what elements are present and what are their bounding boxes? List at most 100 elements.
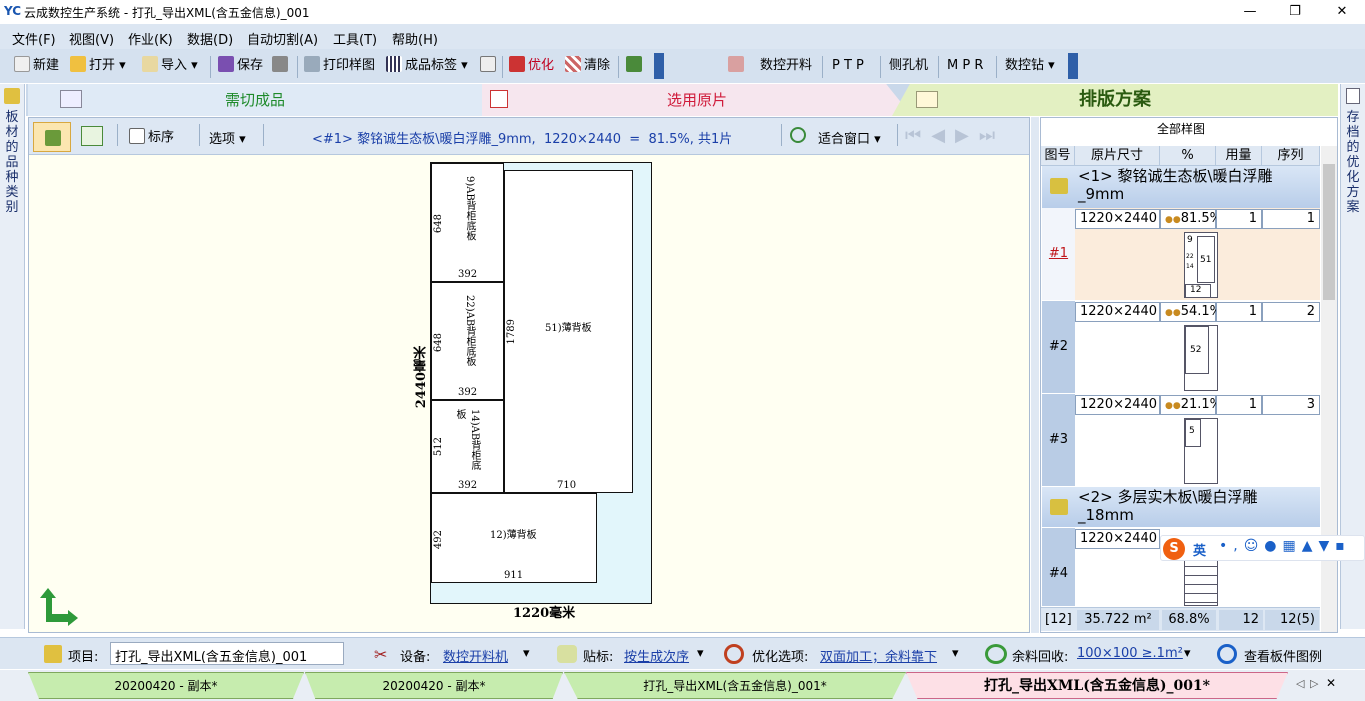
plan-thumbnail[interactable]: 9 51 22 14 12	[1184, 232, 1218, 298]
plan-thumbnail[interactable]: 5	[1184, 418, 1218, 484]
check-list-button[interactable]	[81, 126, 103, 146]
opt-options-dropdown[interactable]: 双面加工；余料靠下	[820, 646, 937, 665]
doc-button[interactable]	[480, 56, 499, 76]
usage-icon: ●●	[1165, 308, 1181, 318]
summary-count: [12]	[1045, 612, 1072, 627]
col-header-pct[interactable]: %	[1160, 146, 1216, 166]
part-14[interactable]: 14)AB背柜底板 512 392	[431, 400, 504, 493]
doc-tab-1[interactable]: 20200420 - 副本*	[28, 672, 304, 699]
menu-job[interactable]: 作业(K)	[128, 29, 173, 48]
options-dropdown[interactable]: 选项 ▾	[209, 128, 246, 147]
tab-scroll-left[interactable]: ◁	[1296, 677, 1304, 690]
plan-row-2[interactable]: 1220×2440 ●●54.1% 1 2 52	[1075, 301, 1320, 393]
opt-options-arrow[interactable]: ▾	[952, 646, 959, 661]
ptp-button[interactable]: P T P	[832, 56, 864, 76]
device-dropdown[interactable]: 数控开料机	[443, 646, 508, 665]
cnc-cut-icon-button[interactable]	[728, 56, 747, 76]
fit-window-dropdown[interactable]: 适合窗口 ▾	[818, 128, 881, 147]
menu-data[interactable]: 数据(D)	[187, 29, 233, 48]
select-all-button[interactable]	[33, 122, 71, 152]
copy-button[interactable]	[272, 56, 291, 76]
label-order-dropdown[interactable]: 按生成次序	[624, 646, 689, 665]
recycle-arrow[interactable]: ▾	[1184, 646, 1191, 661]
toolbar-separator	[996, 56, 997, 78]
ime-mode[interactable]: 英	[1193, 540, 1206, 559]
group-header-1[interactable]: <1> 黎铭诚生态板\暖白浮雕_9mm	[1042, 166, 1320, 208]
close-tab-button[interactable]: ✕	[1326, 676, 1336, 690]
material-category-panel[interactable]: 板材的品种类别	[0, 84, 25, 629]
clear-button[interactable]: 清除	[565, 56, 610, 76]
sogou-icon[interactable]: S	[1163, 538, 1185, 560]
cnc-cut-button[interactable]: 数控开料	[760, 56, 812, 76]
new-button[interactable]: 新建	[14, 56, 59, 76]
plan-id-link[interactable]: #1	[1042, 208, 1075, 300]
plan-id[interactable]: #3	[1042, 394, 1075, 486]
menu-view[interactable]: 视图(V)	[69, 29, 114, 48]
open-button[interactable]: 打开 ▾	[70, 56, 126, 76]
part-9[interactable]: 9)AB背柜底板 648 392	[431, 163, 504, 282]
menu-auto-cut[interactable]: 自动切割(A)	[247, 29, 318, 48]
project-name-input[interactable]: 打孔_导出XML(含五金信息)_001	[110, 642, 344, 665]
close-button[interactable]: ✕	[1327, 2, 1357, 22]
ime-tool-icons[interactable]: •,☺●▦▲▼▪	[1219, 538, 1351, 554]
summary-seq: 12(5)	[1265, 610, 1319, 630]
part-51[interactable]: 51)薄背板 1789 710	[504, 170, 633, 493]
import-button[interactable]: 导入 ▾	[142, 56, 198, 76]
minimize-button[interactable]: —	[1235, 2, 1265, 22]
doc-tab-active[interactable]: 打孔_导出XML(含五金信息)_001*	[906, 672, 1288, 699]
menu-file[interactable]: 文件(F)	[12, 29, 56, 48]
labels-button[interactable]: 成品标签 ▾	[386, 56, 468, 76]
plan-row-1[interactable]: 1220×2440 ●●81.5% 1 1 9 51 22 14 12	[1075, 208, 1320, 300]
refresh-icon[interactable]	[790, 127, 806, 143]
tab-scroll-right[interactable]: ▷	[1310, 677, 1318, 690]
tab-selected-sheets[interactable]: 选用原片	[482, 84, 912, 116]
ime-toolbar[interactable]: S 英 •,☺●▦▲▼▪	[1160, 535, 1365, 561]
side-drill-button[interactable]: 侧孔机	[889, 56, 928, 76]
part-22[interactable]: 22)AB背柜底板 648 392	[431, 282, 504, 400]
splitter[interactable]	[1031, 117, 1039, 633]
view-legend-button[interactable]: 查看板件图例	[1244, 646, 1322, 665]
label-order-arrow[interactable]: ▾	[697, 646, 704, 661]
plan-id[interactable]: #2	[1042, 301, 1075, 393]
plan-id[interactable]: #4	[1042, 528, 1075, 606]
tab-layout-plan[interactable]: 排版方案	[892, 84, 1338, 116]
plan-thumbnail[interactable]: 52	[1184, 325, 1218, 391]
scrollbar-thumb[interactable]	[1323, 164, 1335, 300]
maximize-button[interactable]: ❐	[1280, 2, 1310, 22]
toolbar-overflow-2[interactable]	[1068, 53, 1078, 79]
save-button[interactable]: 保存	[218, 56, 263, 76]
menu-tools[interactable]: 工具(T)	[333, 29, 377, 48]
device-dropdown-arrow[interactable]: ▾	[523, 646, 530, 661]
toolbar-overflow[interactable]	[654, 53, 664, 79]
col-header-id[interactable]: 图号	[1041, 146, 1075, 166]
mpr-button[interactable]: M P R	[947, 56, 983, 76]
part-width: 392	[458, 387, 478, 398]
menu-help[interactable]: 帮助(H)	[392, 29, 438, 48]
menu-bar: 文件(F) 视图(V) 作业(K) 数据(D) 自动切割(A) 工具(T) 帮助…	[0, 24, 1365, 49]
doc-tab-3[interactable]: 打孔_导出XML(含五金信息)_001*	[564, 672, 906, 699]
optimize-button[interactable]: 优化	[509, 56, 554, 76]
page-nav-icons[interactable]: ⏮◀▶⏭	[905, 125, 1005, 146]
part-12[interactable]: 12)薄背板 492 911	[431, 493, 597, 583]
col-header-seq[interactable]: 序列	[1262, 146, 1320, 166]
cnc-drill-button[interactable]: 数控钻 ▾	[1005, 56, 1055, 76]
doc-tab-2[interactable]: 20200420 - 副本*	[305, 672, 563, 699]
layout-icon	[916, 91, 938, 108]
tools-button[interactable]	[626, 56, 645, 76]
col-header-size[interactable]: 原片尺寸	[1075, 146, 1160, 166]
order-button[interactable]: 标序	[129, 126, 174, 145]
part-width: 710	[557, 480, 577, 491]
window-title: 云成数控生产系统 - 打孔_导出XML(含五金信息)_001	[24, 6, 310, 20]
plan-qty: 1	[1216, 395, 1262, 415]
toolbar-separator	[880, 56, 881, 78]
tab-required-parts[interactable]: 需切成品	[28, 84, 482, 116]
project-label: 项目:	[68, 650, 99, 665]
print-sample-button[interactable]: 打印样图	[304, 56, 375, 76]
group-header-2[interactable]: <2> 多层实木板\暖白浮雕_18mm	[1042, 487, 1320, 527]
recycle-dropdown[interactable]: 100×100 ≥.1m²	[1077, 646, 1183, 661]
plan-row-3[interactable]: 1220×2440 ●●21.1% 1 3 5	[1075, 394, 1320, 486]
col-header-qty[interactable]: 用量	[1216, 146, 1262, 166]
printer-icon	[304, 56, 320, 72]
summary-qty: 12	[1219, 610, 1263, 630]
parts-icon	[60, 90, 82, 108]
